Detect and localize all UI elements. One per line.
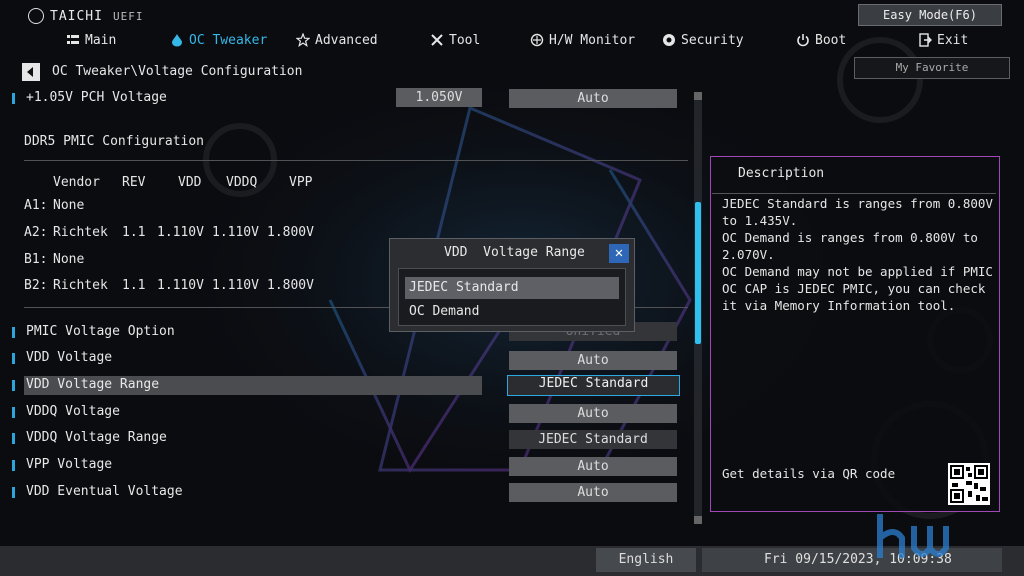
description-title: Description <box>738 166 825 181</box>
taichi-logo: TAICHI UEFI <box>28 8 143 24</box>
pmic-slot: B2: <box>24 278 48 293</box>
pmic-vddq: 1.110V <box>212 225 259 240</box>
popup-title: VDD Voltage Range <box>444 245 585 260</box>
vpp-voltage-label: VPP Voltage <box>26 457 113 472</box>
popup-options-list: JEDEC Standard OC Demand <box>398 268 626 326</box>
pmic-header-vddq: VDDQ <box>226 175 258 190</box>
tab-security[interactable]: Security <box>662 31 744 49</box>
pmic-vdd: 1.110V <box>157 278 204 293</box>
pmic-vdd: 1.110V <box>157 225 204 240</box>
tab-boot-label: Boot <box>815 32 847 48</box>
close-icon[interactable]: ✕ <box>609 244 629 263</box>
pmic-slot: B1: <box>24 252 48 267</box>
pmic-section-title: DDR5 PMIC Configuration <box>24 134 205 149</box>
popup-option-oc-demand[interactable]: OC Demand <box>405 301 619 323</box>
pmic-vendor: Richtek <box>53 225 108 240</box>
vpp-voltage-value[interactable]: Auto <box>509 457 677 476</box>
popup-option-jedec-standard[interactable]: JEDEC Standard <box>405 277 619 299</box>
pch-voltage-label: +1.05V PCH Voltage <box>26 90 167 105</box>
tab-security-label: Security <box>681 32 744 48</box>
vddq-voltage-label: VDDQ Voltage <box>26 404 120 419</box>
vdd-voltage-range-value[interactable]: JEDEC Standard <box>507 375 680 396</box>
tab-main-label: Main <box>85 32 117 48</box>
vdd-voltage-range-label: VDD Voltage Range <box>26 377 160 392</box>
tab-hw-monitor[interactable]: H/W Monitor <box>530 31 635 49</box>
tab-main[interactable]: Main <box>66 31 116 49</box>
vddq-voltage-value[interactable]: Auto <box>509 404 677 423</box>
vdd-voltage-label: VDD Voltage <box>26 350 113 365</box>
pmic-voltage-option-label: PMIC Voltage Option <box>26 324 175 339</box>
pmic-vddq: 1.110V <box>212 278 259 293</box>
row-marker <box>12 487 15 498</box>
tab-tool-label: Tool <box>449 32 481 48</box>
vddq-voltage-range-value[interactable]: JEDEC Standard <box>509 430 677 449</box>
back-button[interactable] <box>22 63 40 81</box>
description-text: JEDEC Standard is ranges from 0.800V to … <box>722 196 993 313</box>
scrollbar-thumb[interactable] <box>695 202 701 344</box>
pmic-header-vdd: VDD <box>178 175 202 190</box>
pmic-rev: 1.1 <box>122 278 146 293</box>
tab-oc-tweaker[interactable]: OC Tweaker <box>170 31 267 49</box>
pmic-slot: A2: <box>24 225 48 240</box>
row-marker <box>12 407 15 418</box>
tab-tool[interactable]: Tool <box>430 31 480 49</box>
row-marker <box>12 93 15 104</box>
tools-icon <box>431 34 443 46</box>
pch-voltage-value[interactable]: Auto <box>509 89 677 108</box>
tab-hw-monitor-label: H/W Monitor <box>549 32 636 48</box>
list-icon <box>67 35 79 44</box>
row-marker <box>12 353 15 364</box>
pmic-header-vpp: VPP <box>289 175 313 190</box>
row-marker <box>12 460 15 471</box>
tab-exit-label: Exit <box>937 32 969 48</box>
language-button[interactable]: English <box>596 548 696 572</box>
row-marker <box>12 380 15 391</box>
pmic-vendor: None <box>53 252 85 267</box>
exit-icon <box>919 33 932 47</box>
power-icon <box>797 34 809 47</box>
taichi-logo-icon <box>28 8 44 24</box>
breadcrumb: OC Tweaker\Voltage Configuration <box>52 64 303 79</box>
pmic-header-vendor: Vendor <box>53 175 100 190</box>
tab-boot[interactable]: Boot <box>796 31 846 49</box>
shield-icon <box>663 34 675 46</box>
logo-subtext: UEFI <box>112 9 144 23</box>
pmic-vendor: Richtek <box>53 278 108 293</box>
row-marker <box>12 327 15 338</box>
vdd-eventual-voltage-value[interactable]: Auto <box>509 483 677 502</box>
qr-label: Get details via QR code <box>722 466 896 481</box>
star-icon <box>296 33 310 47</box>
pch-voltage-reading: 1.050V <box>396 88 482 107</box>
logo-text: TAICHI <box>50 8 103 24</box>
qr-code-icon <box>948 463 990 505</box>
watermark-logo <box>877 514 949 558</box>
tab-oc-tweaker-label: OC Tweaker <box>189 32 268 48</box>
droplet-icon <box>172 34 182 47</box>
tab-advanced[interactable]: Advanced <box>296 31 378 49</box>
description-divider <box>712 193 996 194</box>
pmic-rev: 1.1 <box>122 225 146 240</box>
pmic-slot: A1: <box>24 198 48 213</box>
monitor-icon <box>530 33 544 47</box>
my-favorite-button[interactable]: My Favorite <box>854 57 1010 79</box>
pmic-vpp: 1.800V <box>267 278 314 293</box>
vdd-voltage-value[interactable]: Auto <box>509 351 677 370</box>
easy-mode-button[interactable]: Easy Mode(F6) <box>858 4 1002 26</box>
row-marker <box>12 433 15 444</box>
pmic-vpp: 1.800V <box>267 225 314 240</box>
vdd-eventual-voltage-label: VDD Eventual Voltage <box>26 484 183 499</box>
tab-exit[interactable]: Exit <box>918 31 968 49</box>
scroll-down-icon[interactable] <box>694 516 702 524</box>
pmic-vendor: None <box>53 198 85 213</box>
tab-advanced-label: Advanced <box>315 32 378 48</box>
vddq-voltage-range-label: VDDQ Voltage Range <box>26 430 167 445</box>
section-divider <box>24 160 688 161</box>
scroll-up-icon[interactable] <box>694 92 702 100</box>
pmic-header-rev: REV <box>122 175 146 190</box>
